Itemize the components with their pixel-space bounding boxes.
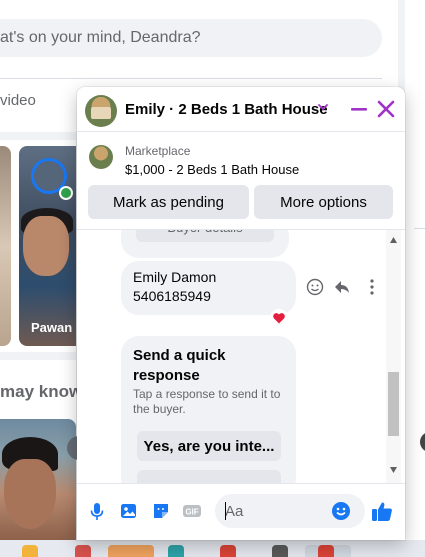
sticker-icon[interactable] [151,501,171,521]
taskbar-app-icon[interactable] [168,545,184,557]
quick-response-subtitle: Tap a response to send it to the buyer. [133,387,281,416]
taskbar [0,540,425,557]
scroll-down-icon[interactable] [390,467,397,473]
taskbar-app-icon[interactable] [108,545,154,557]
emoji-icon[interactable] [331,501,351,521]
photo-icon[interactable] [119,501,139,521]
story-photo [23,216,69,276]
reply-icon[interactable] [333,278,351,296]
taskbar-app-icon[interactable] [220,545,236,557]
mark-as-pending-button[interactable]: Mark as pending [88,185,249,219]
taskbar-app-icon[interactable] [318,545,334,557]
listing-title[interactable]: $1,000 - 2 Beds 1 Bath House [125,162,299,177]
whats-on-your-mind-input[interactable]: at's on your mind, Deandra? [0,19,382,57]
right-column [405,0,425,557]
marketplace-chat-window: Emily · 2 Beds 1 Bath House Marketplace … [77,87,405,540]
scroll-up-icon[interactable] [390,237,397,243]
online-status-dot [59,186,73,200]
heart-reaction-icon[interactable] [270,309,288,327]
listing-thumbnail[interactable] [89,145,113,169]
thumbs-up-icon[interactable] [371,500,393,522]
chevron-down-icon[interactable] [317,101,329,113]
taskbar-app-icon[interactable] [22,545,38,557]
more-icon[interactable] [369,278,375,296]
close-icon[interactable] [376,99,396,119]
people-you-may-know-title: may know [0,382,83,401]
svg-text:GIF: GIF [185,508,198,517]
react-emoji-icon[interactable] [306,278,324,296]
person-photo [4,459,56,529]
divider [77,483,405,484]
message-text: Emily Damon [133,269,217,285]
taskbar-app-icon[interactable] [272,545,288,557]
chat-header[interactable]: Emily · 2 Beds 1 Bath House [77,87,405,132]
live-video-button[interactable]: video [0,92,36,109]
more-options-button[interactable]: More options [254,185,393,219]
quick-response-option[interactable]: Yes, are you inte... [137,431,281,461]
story-card[interactable] [0,146,11,346]
scrollbar[interactable] [386,230,401,483]
quick-response-option[interactable] [137,470,281,483]
scrollbar-thumb[interactable] [388,372,399,436]
text-caret [225,502,226,520]
minimize-icon[interactable] [349,99,369,119]
buyer-details-button[interactable]: Buyer details [136,230,274,242]
message-text: 5406185949 [133,288,211,304]
marketplace-label: Marketplace [125,144,191,158]
divider [0,78,382,79]
listing-avatar [85,95,117,127]
taskbar-app-icon[interactable] [75,545,91,557]
gif-icon[interactable]: GIF [182,501,202,521]
chat-title[interactable]: Emily · 2 Beds 1 Bath House [125,101,328,118]
quick-response-title: Send a quick response [133,347,226,384]
message-list: Buyer details Emily Damon 5406185949 Sen… [77,230,405,483]
microphone-icon[interactable] [87,501,107,521]
divider [414,228,425,229]
suggested-person-photo[interactable] [0,419,76,543]
